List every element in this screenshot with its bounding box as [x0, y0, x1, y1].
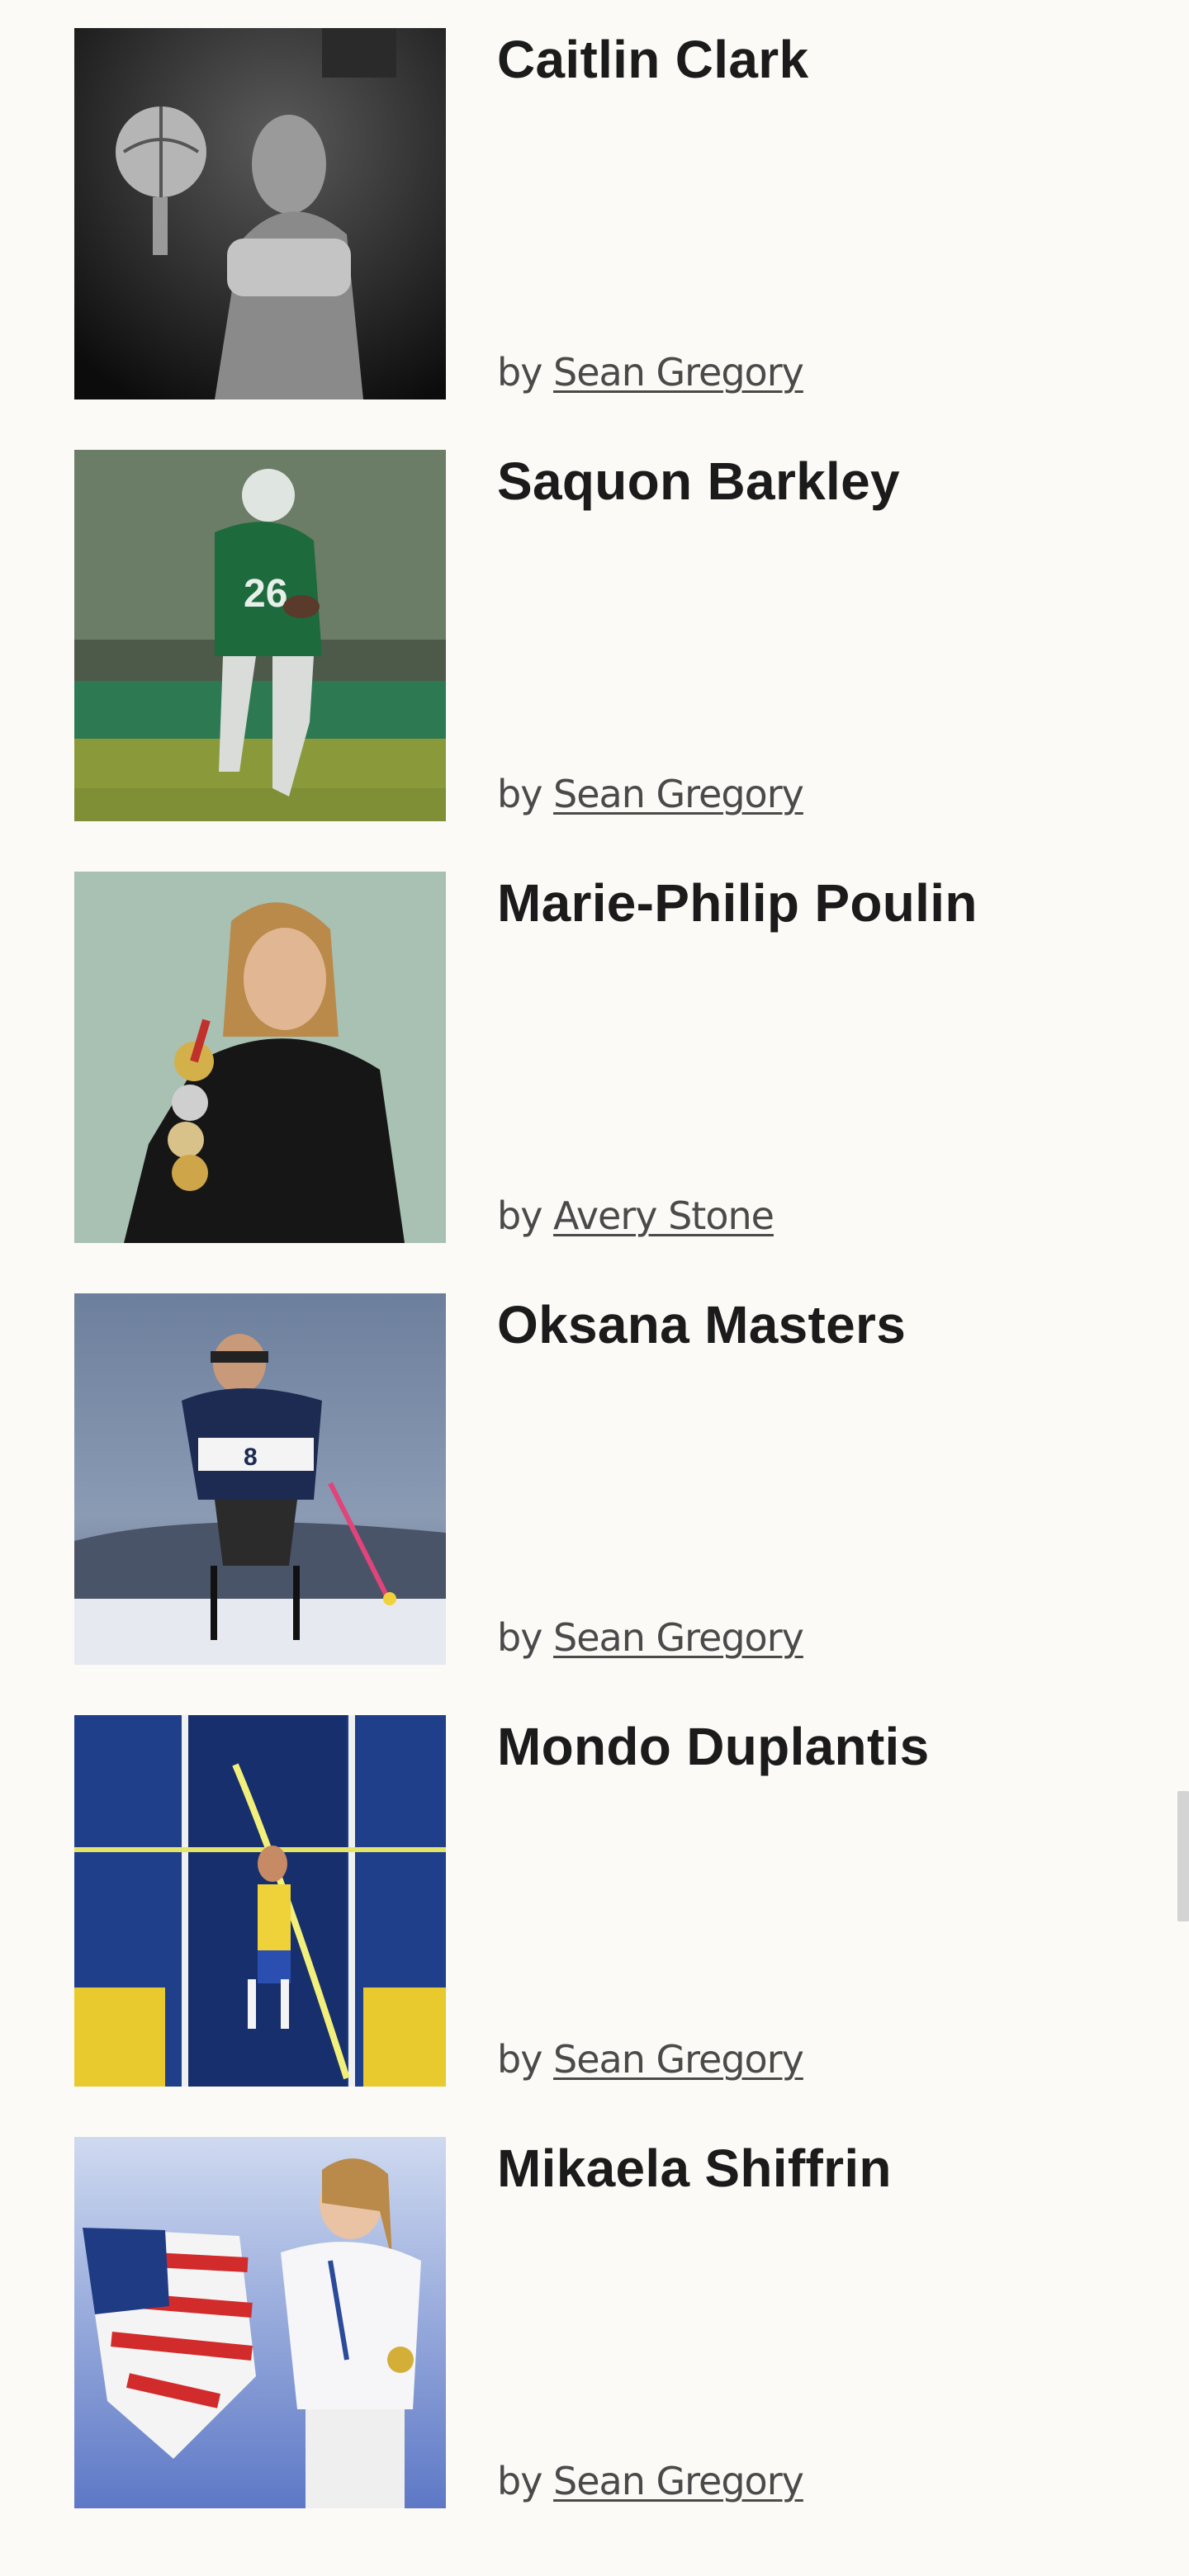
byline-prefix: by	[497, 772, 542, 816]
athlete-card: Caitlin Clark by Sean Gregory	[74, 28, 1139, 399]
athlete-name[interactable]: Marie-Philip Poulin	[497, 873, 978, 934]
author-link[interactable]: Sean Gregory	[553, 2037, 804, 2082]
card-info: Mikaela Shiffrin by Sean Gregory	[497, 2137, 892, 2508]
sit-ski-photo: 8	[74, 1293, 446, 1665]
byline-prefix: by	[497, 350, 542, 395]
athlete-photo[interactable]: 26	[74, 450, 446, 821]
byline: by Sean Gregory	[497, 1615, 906, 1660]
scrollbar-thumb[interactable]	[1177, 1791, 1189, 1921]
athlete-name[interactable]: Mondo Duplantis	[497, 1717, 930, 1778]
author-link[interactable]: Sean Gregory	[553, 772, 804, 816]
author-link[interactable]: Sean Gregory	[553, 1615, 804, 1660]
card-info: Caitlin Clark by Sean Gregory	[497, 28, 808, 399]
athlete-card: 8 Oksana Masters by Sean Gregory	[74, 1293, 1139, 1665]
card-info: Marie-Philip Poulin by Avery Stone	[497, 872, 978, 1243]
author-link[interactable]: Sean Gregory	[553, 2459, 804, 2503]
flag-celebration-photo	[74, 2137, 446, 2508]
byline-prefix: by	[497, 2459, 542, 2503]
athlete-name[interactable]: Saquon Barkley	[497, 451, 900, 513]
card-info: Oksana Masters by Sean Gregory	[497, 1293, 906, 1665]
athlete-photo[interactable]	[74, 1715, 446, 2087]
athlete-card: Mondo Duplantis by Sean Gregory	[74, 1715, 1139, 2087]
card-info: Mondo Duplantis by Sean Gregory	[497, 1715, 930, 2087]
athlete-list: Caitlin Clark by Sean Gregory 26 Saquon …	[74, 28, 1139, 2559]
athlete-photo[interactable]: 8	[74, 1293, 446, 1665]
byline-prefix: by	[497, 1615, 542, 1660]
svg-text:26: 26	[244, 572, 287, 616]
athlete-photo[interactable]	[74, 2137, 446, 2508]
byline: by Sean Gregory	[497, 2459, 892, 2503]
author-link[interactable]: Avery Stone	[553, 1193, 775, 1238]
pole-vault-photo	[74, 1715, 446, 2087]
byline: by Sean Gregory	[497, 2037, 930, 2082]
athlete-card: Mikaela Shiffrin by Sean Gregory	[74, 2137, 1139, 2508]
athlete-name[interactable]: Oksana Masters	[497, 1295, 906, 1356]
byline-prefix: by	[497, 2037, 542, 2082]
byline: by Avery Stone	[497, 1193, 978, 1238]
athlete-name[interactable]: Caitlin Clark	[497, 30, 808, 91]
basketball-portrait-photo	[74, 28, 446, 399]
medals-portrait-photo	[74, 872, 446, 1243]
svg-text:8: 8	[244, 1444, 258, 1471]
author-link[interactable]: Sean Gregory	[553, 350, 804, 395]
card-info: Saquon Barkley by Sean Gregory	[497, 450, 900, 821]
byline: by Sean Gregory	[497, 772, 900, 816]
football-player-photo: 26	[74, 450, 446, 821]
athlete-photo[interactable]	[74, 28, 446, 399]
athlete-photo[interactable]	[74, 872, 446, 1243]
athlete-name[interactable]: Mikaela Shiffrin	[497, 2139, 892, 2200]
byline-prefix: by	[497, 1193, 542, 1238]
byline: by Sean Gregory	[497, 350, 808, 395]
athlete-card: Marie-Philip Poulin by Avery Stone	[74, 872, 1139, 1243]
athlete-card: 26 Saquon Barkley by Sean Gregory	[74, 450, 1139, 821]
